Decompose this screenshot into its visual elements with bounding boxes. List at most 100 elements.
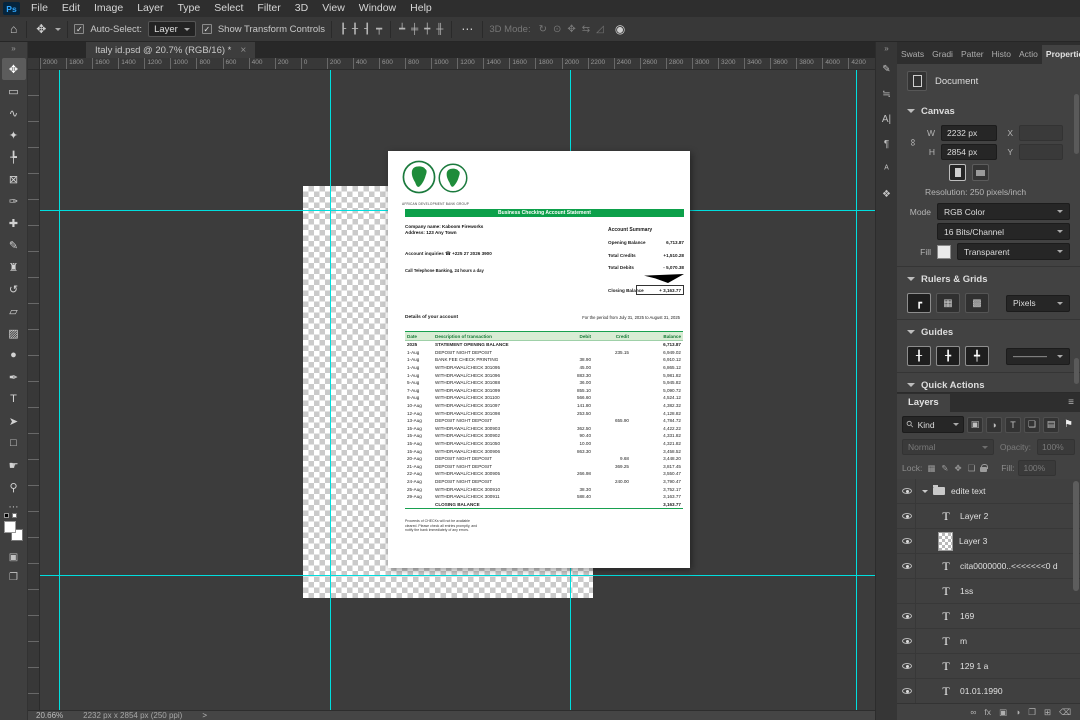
tool-button[interactable]: ✒ (2, 366, 26, 388)
collapsed-panel-icon[interactable]: ¶ (884, 139, 889, 150)
guide-vertical[interactable] (59, 70, 60, 710)
layers-action-icon[interactable]: ❐ (1028, 707, 1036, 718)
layer-filter-button[interactable]: ◑ (986, 417, 1002, 433)
layer-thumbnail[interactable]: T (938, 684, 954, 699)
tool-button[interactable]: ↺ (2, 278, 26, 300)
fill-swatch[interactable] (937, 245, 951, 259)
show-transform-checkbox[interactable] (202, 24, 212, 34)
document-type-icon[interactable] (907, 71, 927, 91)
tool-button[interactable]: ⚲ (2, 476, 26, 498)
layers-tab[interactable]: Layers (897, 394, 950, 412)
layer-name[interactable]: 01.01.1990 (960, 686, 1003, 696)
menu-item[interactable]: 3D (288, 0, 315, 17)
properties-scrollbar-bottom[interactable] (1074, 358, 1079, 384)
edit-toolbar-icon[interactable]: ⋯ (9, 502, 19, 513)
quick-mask-icon[interactable]: ▣ (9, 552, 18, 563)
collapsed-panel-icon[interactable]: ≒ (882, 89, 890, 100)
chevron-down-icon[interactable] (55, 28, 61, 34)
lock-option-icon[interactable]: ✎ (940, 463, 949, 474)
layers-action-icon[interactable]: ◑ (1015, 707, 1020, 717)
collapse-panel-icon[interactable]: » (11, 44, 15, 58)
layer-thumbnail[interactable] (938, 532, 953, 551)
filter-toggle-icon[interactable]: ⚑ (1064, 419, 1073, 430)
menu-item[interactable]: Image (87, 0, 130, 17)
tool-button[interactable]: ∿ (2, 102, 26, 124)
layers-action-icon[interactable]: fx (984, 707, 991, 717)
quick-actions-section-header[interactable]: Quick Actions (907, 373, 1070, 393)
photoshop-logo-icon[interactable]: Ps (3, 2, 20, 15)
height-field[interactable]: 2854 px (941, 144, 997, 160)
collapsed-panel-icon[interactable]: A| (882, 114, 891, 125)
visibility-toggle[interactable] (899, 654, 916, 678)
tool-button[interactable]: ▨ (2, 322, 26, 344)
layer-thumbnail[interactable]: T (938, 659, 954, 674)
layer-name[interactable]: cita0000000..<<<<<<<0 d (960, 561, 1058, 571)
lock-option-icon[interactable]: ❏ (967, 463, 977, 474)
align-icon[interactable]: ┠ (338, 24, 348, 35)
portrait-orientation-button[interactable] (949, 164, 966, 181)
layers-action-icon[interactable]: ▣ (999, 707, 1007, 718)
canvas-section-header[interactable]: Canvas (907, 99, 1070, 122)
canvas-area[interactable]: 2000180016001400120010008006004002000200… (28, 58, 875, 710)
layer-row[interactable]: Layer 3 (897, 529, 1080, 554)
panel-tab[interactable]: Histo (988, 45, 1015, 64)
ruler-grid-toggle-button[interactable]: ┏ (907, 293, 931, 313)
collapsed-panel-icon[interactable]: ❖ (882, 189, 891, 200)
landscape-orientation-button[interactable] (972, 164, 989, 181)
collapsed-panel-icon[interactable]: ✎ (882, 64, 890, 75)
width-field[interactable]: 2232 px (941, 125, 997, 141)
tool-button[interactable]: ● (2, 344, 26, 366)
layer-name[interactable]: 129 1 a (960, 661, 988, 671)
ruler-grid-toggle-button[interactable]: ▦ (936, 293, 960, 313)
panel-tab[interactable]: Properties (1042, 45, 1080, 64)
default-colors-icon[interactable] (4, 513, 9, 518)
menu-item[interactable]: Help (403, 0, 439, 17)
guide-toggle-button[interactable]: ╂ (907, 346, 931, 366)
layer-thumbnail[interactable]: T (938, 634, 954, 649)
units-select[interactable]: Pixels (1006, 295, 1070, 312)
layer-row[interactable]: edite text (897, 479, 1080, 504)
home-icon[interactable]: ⌂ (7, 22, 20, 36)
layers-action-icon[interactable]: ⌫ (1059, 707, 1071, 718)
layers-scrollbar[interactable] (1073, 481, 1079, 591)
layer-filter-button[interactable]: T (1005, 417, 1021, 433)
close-icon[interactable]: × (240, 45, 246, 56)
camera-icon[interactable]: ◉ (612, 22, 628, 36)
layer-thumbnail[interactable]: T (938, 584, 954, 599)
menu-item[interactable]: File (24, 0, 55, 17)
layer-row[interactable]: T 129 1 a (897, 654, 1080, 679)
auto-select-target-dropdown[interactable]: Layer (148, 21, 196, 37)
distribute-icon[interactable]: ╫ (434, 24, 445, 35)
layer-thumbnail[interactable] (922, 487, 945, 496)
menu-item[interactable]: Window (352, 0, 403, 17)
layer-name[interactable]: edite text (951, 486, 986, 496)
panel-tab[interactable]: Swats (897, 45, 928, 64)
menu-item[interactable]: View (315, 0, 352, 17)
color-mode-select[interactable]: RGB Color (937, 203, 1070, 220)
guide-toggle-button[interactable]: ╊ (936, 346, 960, 366)
zoom-level-field[interactable]: 20.66% (36, 711, 63, 720)
vertical-ruler[interactable] (28, 70, 40, 710)
collapsed-panel-icon[interactable]: ᴬ (884, 164, 889, 175)
swap-colors-icon[interactable] (12, 513, 17, 518)
link-dimensions-icon[interactable]: ∞ (907, 139, 918, 146)
menu-item[interactable]: Filter (250, 0, 287, 17)
layers-action-icon[interactable]: ∞ (970, 707, 976, 717)
layer-name[interactable]: Layer 2 (960, 511, 988, 521)
visibility-toggle[interactable] (899, 679, 916, 703)
panel-tab[interactable]: Patter (957, 45, 988, 64)
tool-button[interactable]: ▱ (2, 300, 26, 322)
layer-thumbnail[interactable]: T (938, 509, 954, 524)
document-page[interactable]: AFRICAN DEVELOPMENT BANK GROUP Business … (388, 151, 690, 568)
color-swatches[interactable] (4, 521, 24, 543)
visibility-toggle[interactable] (899, 579, 916, 603)
layer-row[interactable]: T 169 (897, 604, 1080, 629)
panel-menu-icon[interactable]: ≡ (1062, 397, 1080, 412)
distribute-icon[interactable]: ╪ (409, 24, 420, 35)
visibility-toggle[interactable] (899, 629, 916, 653)
screen-mode-icon[interactable]: ❐ (9, 572, 18, 583)
align-icon[interactable]: ╂ (350, 24, 360, 35)
layers-action-icon[interactable]: ⊞ (1044, 707, 1051, 718)
layer-row[interactable]: T m (897, 629, 1080, 654)
horizontal-ruler[interactable]: 2000180016001400120010008006004002000200… (40, 58, 875, 70)
